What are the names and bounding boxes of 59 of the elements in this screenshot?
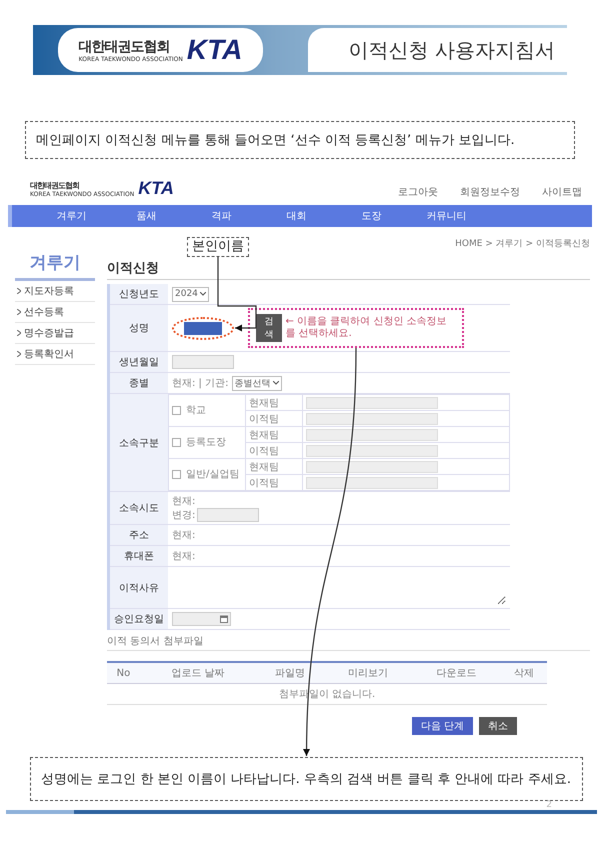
nav-item[interactable]: 커뮤니티 <box>409 209 484 223</box>
nav-item[interactable]: 품새 <box>109 209 184 223</box>
sidebar-title: 겨루기 <box>15 251 95 281</box>
field-text: 변경: <box>172 509 196 522</box>
header-link[interactable]: 회원정보수정 <box>460 185 520 199</box>
hint-text: ← 이름을 클릭하여 신청인 소속정보를 선택하세요. <box>286 316 448 340</box>
field-label: 현재팀 <box>246 426 302 442</box>
cancel-button[interactable]: 취소 <box>479 717 517 735</box>
org-name: 대한태권도협회 <box>78 38 171 56</box>
field-label: 현재팀 <box>246 458 302 474</box>
form-label: 소속시도 <box>108 492 168 524</box>
field-text: 현재: <box>172 495 196 508</box>
form-label: 종별 <box>108 372 168 394</box>
form-label: 주소 <box>108 524 168 546</box>
page-title: 이적신청 <box>107 259 590 280</box>
sidebar-item[interactable]: 명수증발급 <box>15 323 95 344</box>
column-header: 다운로드 <box>412 662 501 684</box>
form-label: 신청년도 <box>108 284 168 304</box>
note-text: 성명에는 로그인 한 본인 이름이 나타납니다. 우측의 검색 버튼 클릭 후 안내에 따라 주세요. <box>30 757 583 801</box>
field-label: 이적팀 <box>246 474 302 490</box>
column-header: No <box>107 662 140 684</box>
nav-item[interactable]: 대회 <box>259 209 334 223</box>
page-number: 2 <box>545 800 553 810</box>
note-text: 메인페이지 이적신청 메뉴를 통해 들어오면 ‘선수 이적 등록신청’ 메뉴가 보입니다. <box>25 121 575 159</box>
header-link[interactable]: 사이트맵 <box>542 185 582 199</box>
field-label: 현재팀 <box>246 394 302 410</box>
column-header: 파일명 <box>256 662 324 684</box>
logo-mark: KTA <box>186 34 242 66</box>
sidebar-item[interactable]: 지도자등록 <box>15 281 95 302</box>
column-header: 미리보기 <box>324 662 412 684</box>
column-header: 삭제 <box>500 662 547 684</box>
annotation-label: 본인이름 <box>187 237 249 257</box>
form-label: 승인요청일 <box>108 608 168 630</box>
sidebar-item[interactable]: 등록확인서 <box>15 344 95 365</box>
field-text: 현재: <box>172 551 196 562</box>
field-text: 현재: | 기관: <box>172 378 228 388</box>
form-label: 휴대폰 <box>108 546 168 566</box>
form-label: 성명 <box>108 304 168 352</box>
section-title: 이적 동의서 첨부파일 <box>107 630 590 651</box>
search-button[interactable]: 검색 <box>256 314 282 342</box>
field-label: 이적팀 <box>246 442 302 458</box>
select-field[interactable]: 종별선택 <box>232 376 282 390</box>
form-label: 생년월일 <box>108 352 168 372</box>
nav-item[interactable]: 도장 <box>334 209 409 223</box>
breadcrumb: HOME > 겨루기 > 이적등록신청 <box>455 238 590 250</box>
header-link[interactable]: 로그아웃 <box>398 185 438 199</box>
document-title: 이적신청 사용자지침서 <box>348 36 555 64</box>
form-label: 이적사유 <box>108 566 168 608</box>
next-button[interactable]: 다음 단계 <box>412 717 473 735</box>
logo-mark: KTA <box>138 178 174 199</box>
org-name: 대한태권도협회 <box>30 180 80 190</box>
field-text: 현재: <box>172 530 196 541</box>
nav-item[interactable]: 격파 <box>184 209 259 223</box>
sidebar-item[interactable]: 선수등록 <box>15 302 95 323</box>
form-label: 소속구분 <box>108 394 168 492</box>
select-field[interactable]: 2024 <box>172 286 209 302</box>
nav-item[interactable]: 겨루기 <box>34 209 109 223</box>
field-label: 이적팀 <box>246 410 302 426</box>
column-header: 업로드 날짜 <box>140 662 256 684</box>
